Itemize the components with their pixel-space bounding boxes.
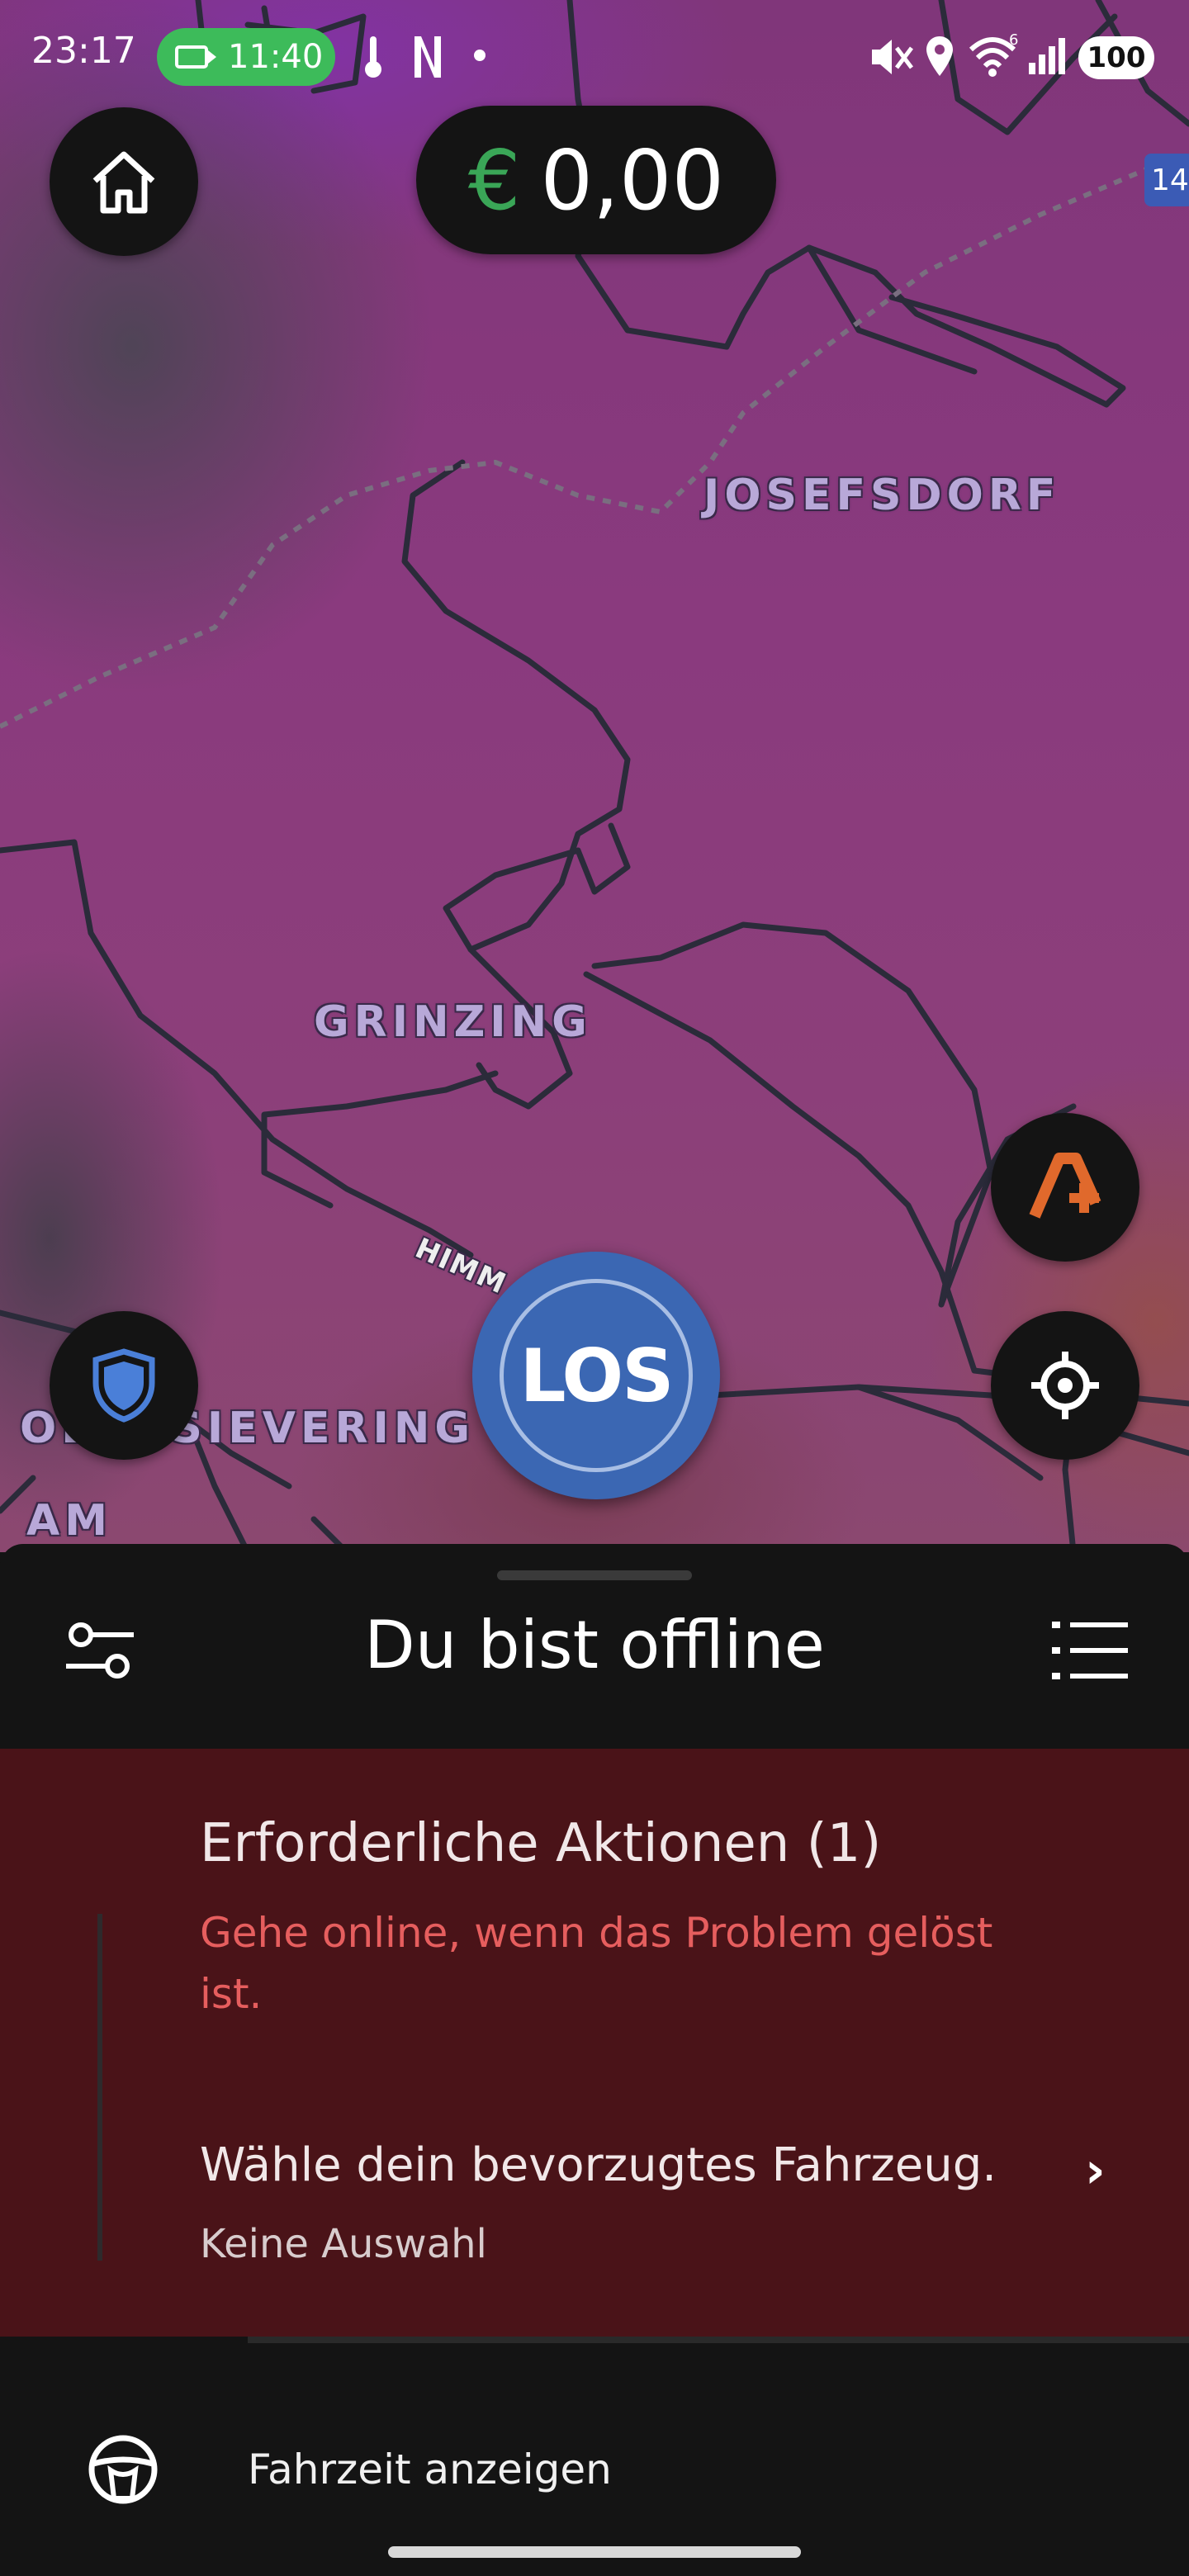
go-button-label: LOS — [519, 1333, 674, 1418]
currency-symbol: € — [467, 131, 521, 229]
safety-toolkit-button[interactable] — [50, 1311, 198, 1460]
action-subtitle: Keine Auswahl — [200, 2221, 487, 2267]
crosshair-icon — [1031, 1352, 1099, 1419]
section-divider — [248, 2337, 1189, 2343]
required-actions-panel: Erforderliche Aktionen (1) Gehe online, … — [0, 1749, 1189, 2337]
screen-recording-pill[interactable]: 11:40 — [157, 28, 335, 86]
boost-plus-icon — [1029, 1153, 1101, 1219]
home-indicator-bar[interactable] — [388, 2546, 801, 2558]
required-actions-message: Gehe online, wenn das Problem gelöst ist… — [200, 1909, 993, 2018]
wifi-6-label: 6 — [1009, 31, 1018, 49]
home-button[interactable] — [50, 107, 198, 256]
shield-icon — [92, 1348, 155, 1423]
earnings-pill[interactable]: € 0,00 — [416, 106, 776, 254]
action-title: Wähle dein bevorzugtes Fahrzeug. — [200, 2138, 997, 2192]
thermometer-icon — [365, 36, 381, 78]
route-number-badge: 14 — [1144, 154, 1189, 206]
location-icon — [926, 36, 953, 76]
recenter-location-button[interactable] — [991, 1311, 1139, 1460]
list-menu-icon[interactable] — [1050, 1613, 1130, 1688]
netflix-icon — [414, 36, 441, 78]
battery-indicator: 100 — [1078, 36, 1154, 79]
drive-time-label: Fahrzeit anzeigen — [248, 2446, 612, 2493]
earnings-amount: 0,00 — [540, 131, 725, 229]
notification-dot-icon — [474, 50, 486, 61]
chevron-right-icon: › — [1085, 2142, 1106, 2200]
home-icon — [92, 151, 155, 214]
choose-vehicle-action[interactable]: Wähle dein bevorzugtes Fahrzeug. Keine A… — [0, 2112, 1189, 2310]
go-button-ring: LOS — [500, 1279, 693, 1472]
steering-wheel-icon — [88, 2435, 158, 2504]
place-label-grinzing: GRINZING — [314, 997, 592, 1047]
wifi-icon: 6 — [969, 31, 1018, 77]
required-actions-heading: Erforderliche Aktionen (1) — [200, 1813, 882, 1874]
drive-time-row[interactable]: Fahrzeit anzeigen — [0, 2411, 1189, 2535]
place-label-am: AM — [26, 1496, 112, 1546]
signal-icon — [1029, 38, 1065, 74]
status-bar: 23:17 11:40 6 100 — [0, 0, 1189, 112]
promo-boost-button[interactable] — [991, 1113, 1139, 1262]
sheet-header: Du bist offline — [0, 1544, 1189, 1742]
place-label-josefsdorf: JOSEFSDORF — [703, 471, 1061, 520]
go-online-button[interactable]: LOS — [472, 1252, 720, 1499]
offline-status-title: Du bist offline — [364, 1607, 825, 1683]
recording-time: 11:40 — [228, 38, 324, 76]
mute-icon — [872, 40, 913, 74]
video-camera-icon — [175, 45, 216, 69]
status-time: 23:17 — [31, 30, 136, 72]
